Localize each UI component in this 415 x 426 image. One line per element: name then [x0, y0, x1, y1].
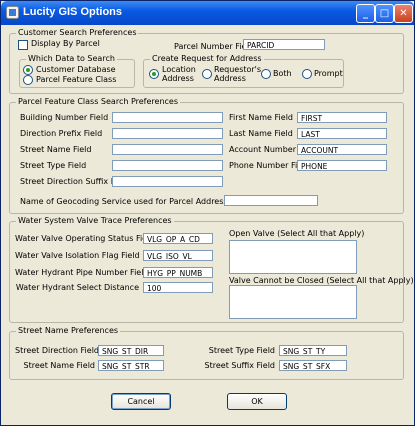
- last-name-field-input[interactable]: LAST: [297, 128, 387, 139]
- customer-database-label: Customer Database: [36, 65, 116, 74]
- street-name-pref-label: Street Name Field: [23, 361, 95, 370]
- street-type-pref-label: Street Type Field: [208, 346, 275, 355]
- title-bar[interactable]: Lucity GIS Options _ □ ✕: [1, 1, 414, 25]
- group-legend: Which Data to Search: [26, 54, 117, 63]
- open-valve-label: Open Valve (Select All that Apply): [229, 229, 365, 238]
- account-number-label: Account Number: [229, 145, 296, 154]
- requestors-address-label: Requestor's Address: [214, 65, 262, 83]
- building-number-field-input[interactable]: [112, 112, 223, 123]
- hydrant-pipe-number-label: Water Hydrant Pipe Number Field: [15, 268, 149, 277]
- close-icon[interactable]: ✕: [394, 4, 413, 23]
- both-radio[interactable]: [261, 69, 271, 79]
- phone-number-field-input[interactable]: PHONE: [297, 160, 387, 171]
- cancel-button[interactable]: Cancel: [111, 393, 171, 410]
- street-type-pref-input[interactable]: SNG_ST_TY: [279, 345, 347, 356]
- valve-cannot-close-listbox[interactable]: [229, 285, 357, 319]
- valve-isolation-flag-label: Water Valve Isolation Flag Field: [15, 251, 140, 260]
- display-by-parcel-label: Display By Parcel: [31, 39, 100, 48]
- both-label: Both: [273, 69, 292, 78]
- group-legend: Street Name Preferences: [16, 326, 121, 335]
- valve-isolation-flag-input[interactable]: VLG_ISO_VL: [143, 250, 213, 261]
- hydrant-select-distance-label: Water Hydrant Select Distance: [15, 283, 139, 292]
- street-name-field-input[interactable]: [112, 144, 223, 155]
- prompt-radio[interactable]: [302, 69, 312, 79]
- ok-button[interactable]: OK: [227, 393, 287, 410]
- dialog-window: Lucity GIS Options _ □ ✕ Customer Search…: [0, 0, 415, 426]
- street-direction-field-label: Street Direction Field: [15, 346, 99, 355]
- valve-operating-status-input[interactable]: VLG_OP_A_CD: [143, 233, 213, 244]
- hydrant-select-distance-input[interactable]: 100: [143, 282, 213, 293]
- street-type-field-label: Street Type Field: [20, 161, 87, 170]
- street-type-field-input[interactable]: [112, 160, 223, 171]
- building-number-field-label: Building Number Field: [20, 113, 109, 122]
- street-suffix-field-label: Street Suffix Field: [204, 361, 275, 370]
- account-number-input[interactable]: ACCOUNT: [297, 144, 387, 155]
- first-name-field-label: First Name Field: [229, 113, 293, 122]
- hydrant-pipe-number-input[interactable]: HYG_PP_NUMB: [143, 267, 213, 278]
- parcel-feature-class-radio[interactable]: [23, 75, 33, 85]
- street-name-field-label: Street Name Field: [20, 145, 92, 154]
- location-address-label: Location Address: [162, 65, 196, 83]
- location-address-radio[interactable]: [149, 69, 159, 79]
- direction-prefix-field-label: Direction Prefix Field: [20, 129, 103, 138]
- last-name-field-label: Last Name Field: [229, 129, 293, 138]
- valve-cannot-close-label: Valve Cannot be Closed (Select All that …: [229, 276, 414, 285]
- valve-operating-status-label: Water Valve Operating Status Field: [15, 234, 155, 243]
- display-by-parcel-checkbox[interactable]: [18, 40, 28, 50]
- first-name-field-input[interactable]: FIRST: [297, 112, 387, 123]
- prompt-label: Prompt: [314, 69, 343, 78]
- parcel-feature-class-label: Parcel Feature Class: [36, 75, 117, 84]
- group-legend: Create Request for Address: [150, 54, 264, 63]
- street-suffix-field-input[interactable]: SNG_ST_SFX: [279, 360, 347, 371]
- requestors-address-radio[interactable]: [202, 69, 212, 79]
- geocoding-service-input[interactable]: [224, 195, 318, 206]
- parcel-number-field-input[interactable]: PARCID: [243, 39, 325, 50]
- group-legend: Parcel Feature Class Search Preferences: [16, 97, 181, 106]
- street-direction-suffix-field-input[interactable]: [112, 176, 223, 187]
- group-legend: Customer Search Preferences: [16, 28, 139, 37]
- customer-database-radio[interactable]: [23, 65, 33, 75]
- open-valve-listbox[interactable]: [229, 240, 357, 274]
- parcel-number-field-label: Parcel Number Field: [174, 42, 254, 51]
- app-icon: [6, 6, 19, 19]
- window-title: Lucity GIS Options: [23, 6, 123, 18]
- street-name-pref-input[interactable]: SNG_ST_STR: [98, 360, 164, 371]
- direction-prefix-field-input[interactable]: [112, 128, 223, 139]
- minimize-icon[interactable]: _: [356, 4, 375, 23]
- street-direction-field-input[interactable]: SNG_ST_DIR: [98, 345, 164, 356]
- group-legend: Water System Valve Trace Preferences: [16, 216, 174, 225]
- maximize-icon[interactable]: □: [375, 4, 394, 23]
